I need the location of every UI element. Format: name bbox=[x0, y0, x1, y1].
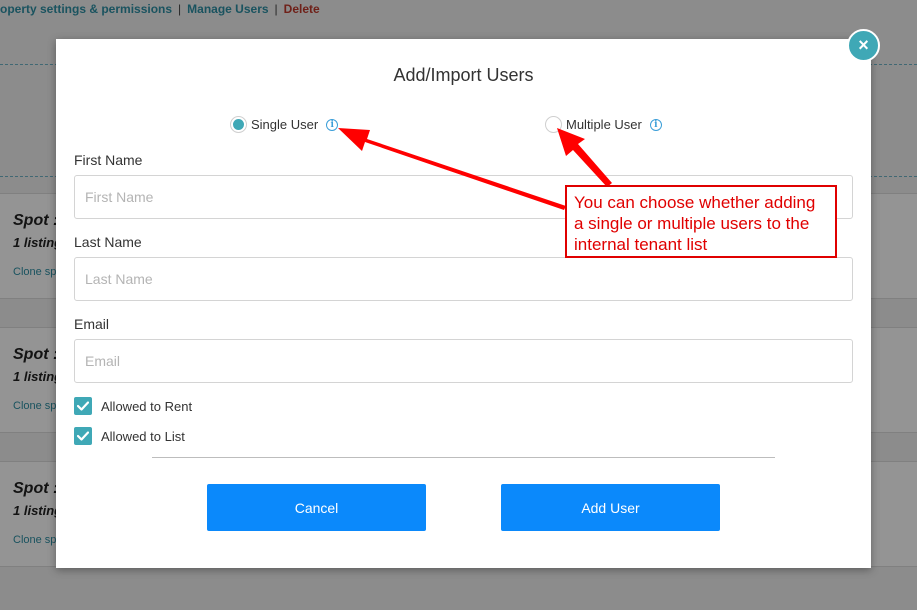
last-name-input[interactable] bbox=[74, 257, 853, 301]
email-input[interactable] bbox=[74, 339, 853, 383]
close-icon[interactable]: × bbox=[847, 29, 880, 62]
checkmark-icon bbox=[77, 431, 89, 441]
footer-divider bbox=[152, 457, 775, 458]
allowed-to-rent-label[interactable]: Allowed to Rent bbox=[101, 399, 192, 414]
allowed-to-rent-checkbox[interactable] bbox=[74, 397, 92, 415]
allowed-to-list-label[interactable]: Allowed to List bbox=[101, 429, 185, 444]
allowed-to-list-option[interactable]: Allowed to List bbox=[74, 427, 185, 445]
last-name-label: Last Name bbox=[74, 234, 142, 250]
add-user-button[interactable]: Add User bbox=[501, 484, 720, 531]
single-user-radio[interactable] bbox=[230, 116, 247, 133]
modal-title: Add/Import Users bbox=[393, 65, 534, 85]
info-icon[interactable]: i bbox=[649, 118, 662, 131]
allowed-to-rent-option[interactable]: Allowed to Rent bbox=[74, 397, 192, 415]
cancel-button[interactable]: Cancel bbox=[207, 484, 426, 531]
info-icon[interactable]: i bbox=[326, 118, 339, 131]
single-user-label[interactable]: Single User bbox=[251, 117, 318, 132]
multiple-user-option[interactable]: Multiple User i bbox=[545, 116, 662, 133]
multiple-user-label[interactable]: Multiple User bbox=[566, 117, 642, 132]
multiple-user-radio[interactable] bbox=[545, 116, 562, 133]
checkmark-icon bbox=[77, 401, 89, 411]
email-label: Email bbox=[74, 316, 110, 332]
annotation-callout: You can choose whether adding a single o… bbox=[565, 185, 837, 258]
allowed-to-list-checkbox[interactable] bbox=[74, 427, 92, 445]
first-name-label: First Name bbox=[74, 152, 143, 168]
single-user-option[interactable]: Single User i bbox=[230, 116, 339, 133]
add-import-users-modal: Add/Import Users Single User i Multiple … bbox=[56, 39, 871, 568]
